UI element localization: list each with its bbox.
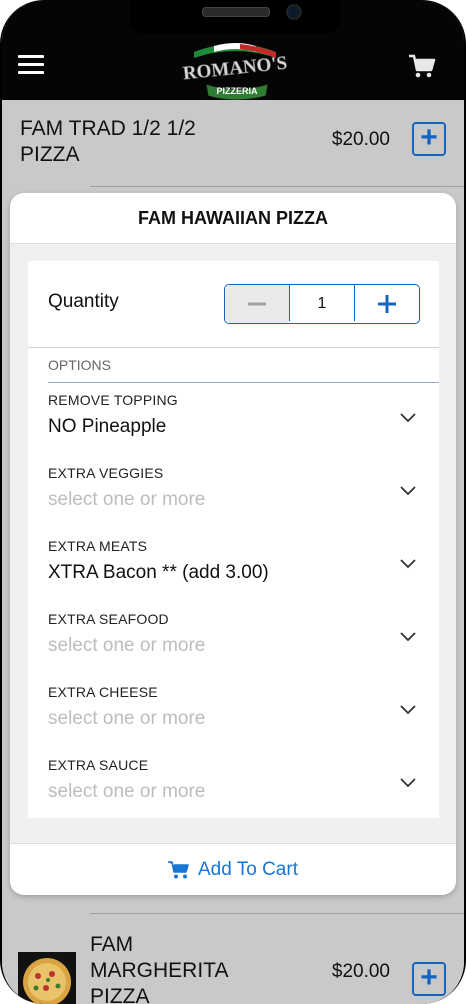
shopping-cart-icon[interactable] [408,52,436,80]
option-label: EXTRA MEATS [48,538,148,554]
quantity-input[interactable]: 1 [289,285,355,321]
hamburger-menu-icon[interactable] [18,55,44,77]
option-value: NO Pineapple [48,416,167,437]
menu-item-title-line: FAM [90,933,134,956]
chevron-down-icon [400,413,416,423]
cart-icon [168,861,189,879]
option-label: EXTRA SEAFOOD [48,611,169,627]
options-header: OPTIONS [48,348,439,383]
front-camera [286,4,302,20]
chevron-down-icon [400,705,416,715]
option-placeholder: select one or more [48,489,206,510]
menu-item-price: $20.00 [331,129,390,150]
svg-text:ROMANO'S: ROMANO'S [182,53,288,85]
menu-item-title-line: FAM TRAD 1/2 1/2 [20,117,196,140]
quantity-card: Quantity 1 [28,261,439,347]
option-placeholder: select one or more [48,708,206,729]
add-item-button[interactable]: + [412,962,446,996]
modal-body: Quantity 1 OPTIONS REMOVE TOPPING NO Pin… [10,244,456,843]
list-divider [90,186,464,187]
increase-quantity-button[interactable] [355,285,419,323]
option-label: EXTRA CHEESE [48,684,158,700]
chevron-down-icon [400,559,416,569]
add-item-button[interactable]: + [412,122,446,156]
decrease-quantity-button[interactable] [225,285,289,323]
menu-item-title-line: MARGHERITA [90,959,229,982]
svg-text:PIZZERIA: PIZZERIA [216,86,258,96]
option-label: EXTRA SAUCE [48,757,149,773]
option-extra-sauce[interactable]: EXTRA SAUCE select one or more [28,749,439,822]
add-to-cart-label: Add To Cart [198,859,298,880]
chevron-down-icon [400,778,416,788]
option-remove-topping[interactable]: REMOVE TOPPING NO Pineapple [28,384,439,457]
minus-icon [248,302,266,306]
option-placeholder: select one or more [48,781,206,802]
pizza-thumbnail [18,952,76,1004]
menu-item-price: $20.00 [331,961,390,982]
option-label: REMOVE TOPPING [48,392,178,408]
speaker-grille [202,7,270,17]
add-to-cart-button[interactable]: Add To Cart [10,843,456,896]
quantity-label: Quantity [48,291,119,312]
option-label: EXTRA VEGGIES [48,465,164,481]
plus-icon [378,295,396,313]
option-placeholder: select one or more [48,635,206,656]
options-card: OPTIONS REMOVE TOPPING NO Pineapple EXTR… [28,347,439,818]
chevron-down-icon [400,486,416,496]
option-extra-cheese[interactable]: EXTRA CHEESE select one or more [28,676,439,749]
app-screen: ROMANO'S PIZZERIA FAM TRAD 1/2 1/2 PIZZA… [2,0,464,1004]
quantity-stepper: 1 [224,284,420,324]
option-extra-meats[interactable]: EXTRA MEATS XTRA Bacon ** (add 3.00) [28,530,439,603]
modal-title: FAM HAWAIIAN PIZZA [10,193,456,244]
menu-item-title-line: PIZZA [90,985,150,1004]
option-extra-veggies[interactable]: EXTRA VEGGIES select one or more [28,457,439,530]
menu-list-item[interactable]: FAM TRAD 1/2 1/2 PIZZA $20.00 + [2,100,464,186]
item-options-modal: FAM HAWAIIAN PIZZA Quantity 1 OPTIONS RE… [10,193,456,895]
device-notch [130,0,340,34]
menu-item-title-line: PIZZA [20,143,80,166]
menu-item-title: FAM TRAD 1/2 1/2 PIZZA [20,116,196,168]
chevron-down-icon [400,632,416,642]
romanos-logo: ROMANO'S PIZZERIA [182,43,288,100]
phone-frame: ROMANO'S PIZZERIA FAM TRAD 1/2 1/2 PIZZA… [0,0,466,1004]
menu-item-title: FAM MARGHERITA PIZZA [90,932,228,1004]
option-extra-seafood[interactable]: EXTRA SEAFOOD select one or more [28,603,439,676]
option-value: XTRA Bacon ** (add 3.00) [48,562,269,583]
